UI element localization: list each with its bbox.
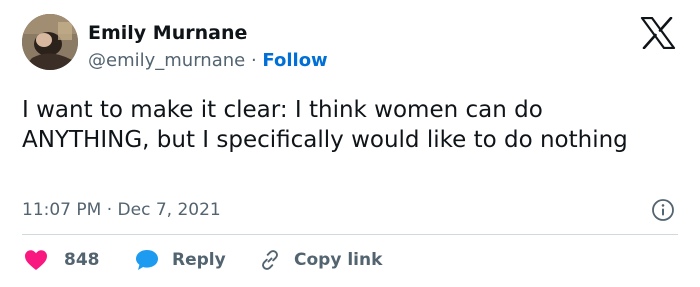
copy-link-button[interactable]: Copy link [258,246,382,274]
link-icon [262,250,278,270]
speech-bubble-icon [136,250,158,270]
follow-button[interactable]: Follow [262,50,327,71]
avatar-photo [22,14,78,70]
like-button[interactable]: 848 [24,246,100,274]
author-name[interactable]: Emily Murnane [88,22,247,44]
x-logo-icon[interactable] [640,17,676,49]
copy-link-label: Copy link [294,250,383,270]
handle-separator: · [250,50,257,71]
avatar[interactable] [22,14,78,70]
tweet-card: Emily Murnane @emily_murnane · Follow I … [0,0,700,287]
divider [22,234,678,235]
author-handle-row: @emily_murnane · Follow [88,50,328,71]
info-icon[interactable] [651,198,675,222]
tweet-timestamp[interactable]: 11:07 PM · Dec 7, 2021 [22,200,221,220]
like-count: 848 [64,250,100,270]
heart-icon [25,250,47,270]
tweet-text: I want to make it clear: I think women c… [22,97,628,153]
reply-button[interactable]: Reply [134,246,226,274]
reply-label: Reply [172,250,226,270]
author-handle[interactable]: @emily_murnane [88,50,245,71]
